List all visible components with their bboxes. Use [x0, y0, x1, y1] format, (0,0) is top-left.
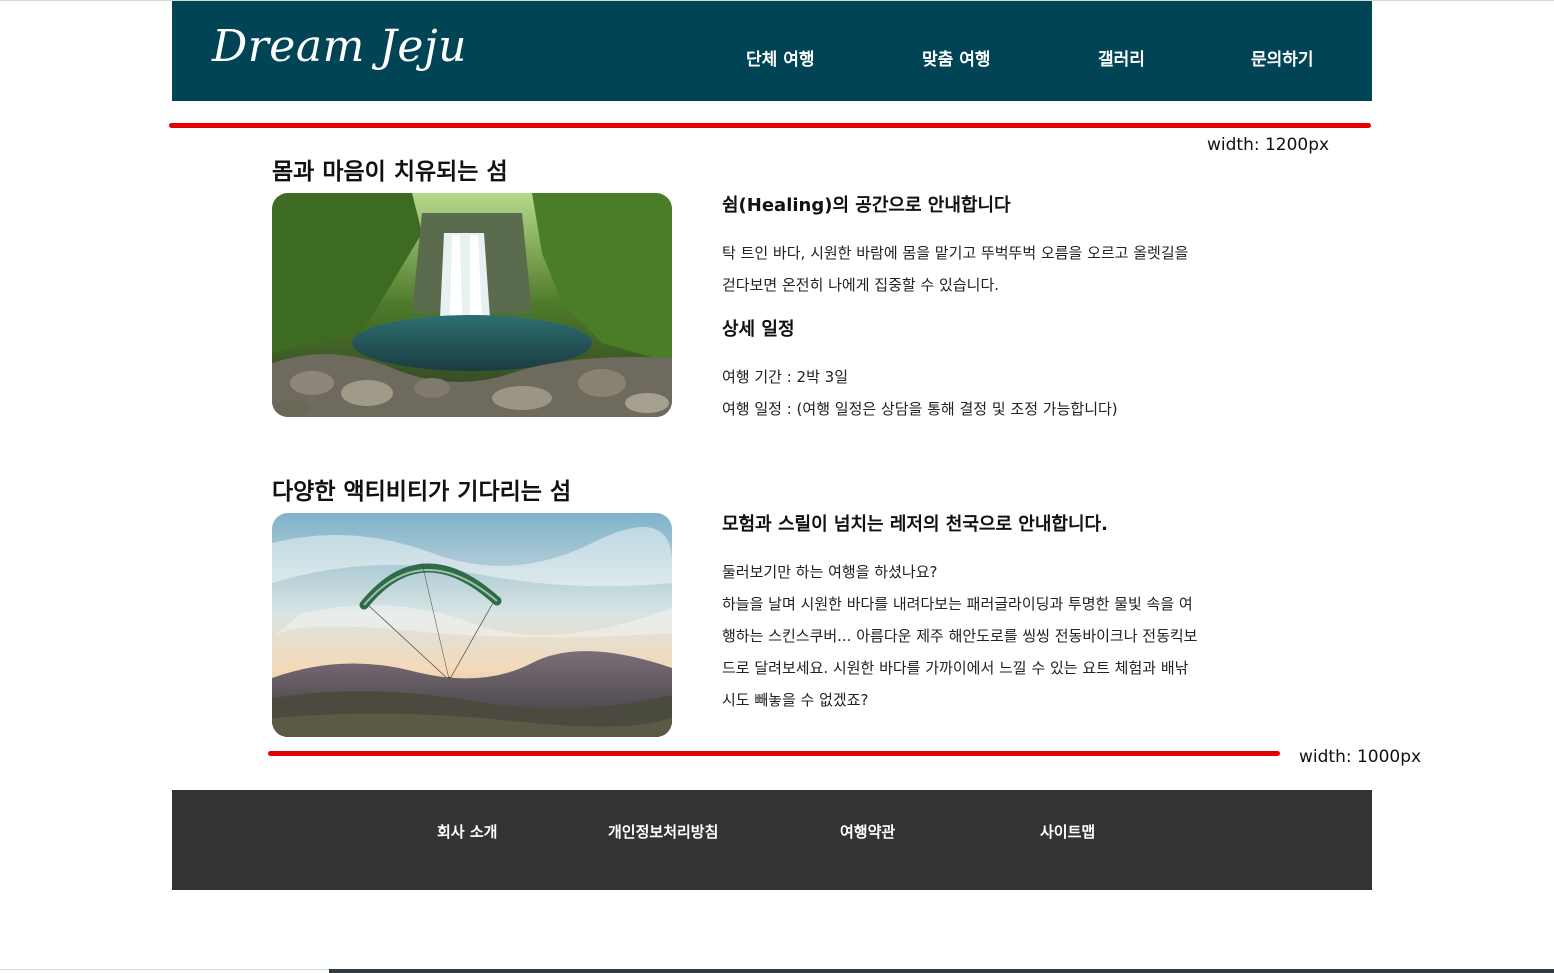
trip-schedule-text: 여행 일정 : (여행 일정은 상담을 통해 결정 및 조정 가능합니다) — [722, 400, 1118, 418]
section-title-activity: 다양한 액티비티가 기다리는 섬 — [272, 479, 572, 505]
nav-item-custom-tour[interactable]: 맞춤 여행 — [922, 45, 990, 70]
activity-subheading: 모험과 스릴이 넘치는 레저의 천국으로 안내합니다. — [722, 514, 1108, 535]
activity-paragraph-line-5: 시도 빼놓을 수 없겠죠? — [722, 691, 869, 709]
activity-paragraph-line-1: 둘러보기만 하는 여행을 하셨나요? — [722, 563, 938, 581]
activity-paragraph-line-3: 행하는 스킨스쿠버... 아름다운 제주 해안도로를 씽씽 전동바이크나 전동킥… — [722, 627, 1198, 645]
trip-duration-text: 여행 기간 : 2박 3일 — [722, 368, 849, 386]
site-footer: 회사 소개 개인정보처리방침 여행약관 사이트맵 — [172, 790, 1372, 890]
detail-schedule-heading: 상세 일정 — [722, 319, 795, 340]
footer-link-company[interactable]: 회사 소개 — [437, 821, 497, 842]
healing-subheading: 쉼(Healing)의 공간으로 안내합니다 — [722, 195, 1011, 216]
nav-item-group-tour[interactable]: 단체 여행 — [746, 45, 814, 70]
width-guide-label-1200: width: 1200px — [1207, 135, 1330, 155]
waterfall-photo — [272, 193, 672, 417]
width-guide-line-1000 — [268, 751, 1280, 756]
healing-paragraph-line-1: 탁 트인 바다, 시원한 바람에 몸을 맡기고 뚜벅뚜벅 오름을 오르고 올렛길… — [722, 244, 1189, 262]
section-title-healing: 몸과 마음이 치유되는 섬 — [272, 159, 508, 185]
nav-item-gallery[interactable]: 갤러리 — [1098, 45, 1145, 70]
nav-item-contact[interactable]: 문의하기 — [1251, 45, 1314, 70]
site-header: Dream Jeju 단체 여행 맞춤 여행 갤러리 문의하기 — [172, 1, 1372, 101]
footer-link-terms[interactable]: 여행약관 — [840, 821, 895, 842]
width-guide-line-1200 — [169, 123, 1371, 128]
site-logo[interactable]: Dream Jeju — [212, 21, 467, 72]
footer-link-sitemap[interactable]: 사이트맵 — [1040, 821, 1095, 842]
width-guide-label-1000: width: 1000px — [1299, 747, 1422, 767]
activity-paragraph-line-2: 하늘을 날며 시원한 바다를 내려다보는 패러글라이딩과 투명한 물빛 속을 여 — [722, 595, 1193, 613]
activity-text-column: 모험과 스릴이 넘치는 레저의 천국으로 안내합니다. 둘러보기만 하는 여행을… — [722, 512, 1272, 716]
healing-text-column: 쉼(Healing)의 공간으로 안내합니다 탁 트인 바다, 시원한 바람에 … — [722, 193, 1272, 425]
paragliding-photo — [272, 513, 672, 737]
taskbar-strip — [329, 969, 1554, 973]
healing-paragraph-line-2: 걷다보면 온전히 나에게 집중할 수 있습니다. — [722, 276, 1000, 294]
footer-link-privacy[interactable]: 개인정보처리방침 — [608, 821, 718, 842]
activity-paragraph-line-4: 드로 달려보세요. 시원한 바다를 가까이에서 느낄 수 있는 요트 체험과 배… — [722, 659, 1189, 677]
